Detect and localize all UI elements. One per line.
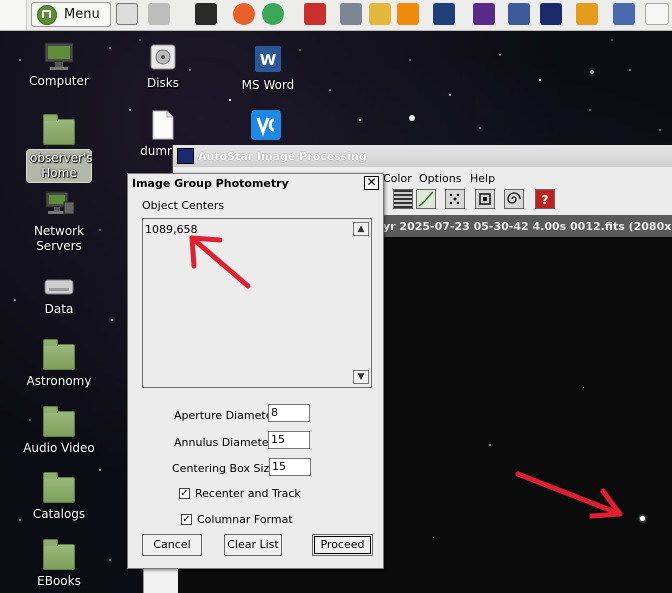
app-title: AutoStar Image Processing <box>198 149 367 163</box>
desktop-icon-ebooks[interactable]: EBooks <box>13 539 105 589</box>
object-centers-list[interactable]: 1089,658 ▲ ▼ <box>142 218 372 388</box>
desktop-icon-home[interactable]: observer's Home <box>13 113 105 183</box>
app-window-icon <box>177 148 194 164</box>
columnar-format-checkbox[interactable]: ✓ <box>181 514 192 525</box>
desktop-icon-label: Audio Video <box>23 441 95 455</box>
galaxy-icon[interactable] <box>540 3 562 25</box>
desktop-icon-label: Disks <box>146 76 180 90</box>
desktop-icon-network[interactable]: Network Servers <box>13 190 105 254</box>
desktop-icon-label: MS Word <box>241 78 295 92</box>
computer-icon <box>42 42 76 70</box>
grid-tool-icon[interactable] <box>393 189 413 209</box>
object-center-entry[interactable]: 1089,658 <box>145 223 198 236</box>
firefox-icon[interactable] <box>233 3 255 25</box>
desktop-icon-astronomy[interactable]: Astronomy <box>13 339 105 389</box>
aperture-diameter-label: Aperture Diameter <box>174 409 277 422</box>
clear-list-button[interactable]: Clear List <box>224 534 282 556</box>
dialog-title: Image Group Photometry <box>132 177 289 190</box>
columnar-format-label: Columnar Format <box>197 513 293 526</box>
desktop-icon-computer[interactable]: Computer <box>13 42 105 89</box>
annulus-diameter-label: Annulus Diameter <box>174 436 274 449</box>
dots-tool-icon[interactable] <box>445 189 465 209</box>
desktop-icon-audio-video[interactable]: Audio Video <box>13 406 105 456</box>
satellite-icon[interactable] <box>508 3 530 25</box>
desktop-icon-data[interactable]: Data <box>13 276 105 317</box>
graph-icon[interactable] <box>645 3 669 25</box>
scanner-icon[interactable] <box>340 3 362 25</box>
menu-help[interactable]: Help <box>470 172 495 185</box>
desktop-icon-label: Network Servers <box>33 224 85 253</box>
faint-star <box>433 537 434 538</box>
target-star[interactable] <box>640 516 645 521</box>
show-desktop-icon[interactable] <box>116 3 138 25</box>
help-tool-icon[interactable]: ? <box>535 189 555 209</box>
network-servers-icon <box>42 190 76 220</box>
svg-text:?: ? <box>542 193 549 207</box>
vlc-icon[interactable] <box>397 3 419 25</box>
desktop-icon-label: Catalogs <box>32 507 86 521</box>
menu-options[interactable]: Options <box>419 172 461 185</box>
vscode-desktop-icon[interactable] <box>250 109 282 141</box>
close-icon[interactable]: ✕ <box>364 176 379 190</box>
app-face-icon[interactable] <box>369 3 391 25</box>
aperture-diameter-input[interactable]: 8 <box>268 404 310 422</box>
centering-box-size-label: Centering Box Size <box>172 462 277 475</box>
menu-color[interactable]: Color <box>383 172 412 185</box>
background-window-edge <box>143 569 178 593</box>
spiral-tool-icon[interactable] <box>504 189 524 209</box>
globe-icon[interactable] <box>613 3 635 25</box>
faint-star <box>489 444 491 446</box>
folder-icon <box>43 539 75 570</box>
chrome-icon[interactable] <box>262 3 284 25</box>
curve-tool-icon[interactable] <box>416 189 436 209</box>
desktop-icon-label: observer's Home <box>26 149 93 183</box>
terminal-icon[interactable] <box>195 3 217 25</box>
ms-word-icon: W <box>253 44 283 74</box>
desktop-icon-disks[interactable]: Disks <box>117 42 209 91</box>
centering-box-size-input[interactable]: 15 <box>269 458 311 476</box>
recenter-label: Recenter and Track <box>195 487 301 500</box>
image-info-text: yr 2025-07-23 05-30-42 4.00s 0012.fits (… <box>383 219 672 233</box>
folder-icon <box>43 339 75 370</box>
mint-logo-icon <box>37 4 57 25</box>
disks-icon <box>148 42 178 72</box>
svg-text:W: W <box>260 51 277 69</box>
image-group-photometry-dialog: Image Group Photometry ✕ Object Centers … <box>127 173 384 569</box>
star-burst-icon[interactable] <box>576 3 598 25</box>
desktop-icon-catalogs[interactable]: Catalogs <box>13 472 105 522</box>
taskbar: Menu <box>0 0 672 31</box>
faint-star <box>583 387 584 388</box>
scroll-down-icon[interactable]: ▼ <box>353 370 369 384</box>
filezilla-icon[interactable] <box>304 3 326 25</box>
taskbar-left-edge <box>0 0 27 30</box>
proceed-button[interactable]: Proceed <box>312 534 373 556</box>
object-centers-label: Object Centers <box>142 199 225 212</box>
menu-button[interactable]: Menu <box>31 2 111 27</box>
desktop-icon-label: EBooks <box>37 574 81 588</box>
menu-button-label: Menu <box>64 7 100 22</box>
crop-tool-icon[interactable] <box>475 189 495 209</box>
recenter-checkbox[interactable]: ✓ <box>179 488 190 499</box>
annulus-diameter-input[interactable]: 15 <box>268 431 310 449</box>
home-folder-icon <box>43 114 75 145</box>
desktop-icon-label: Data <box>44 302 74 316</box>
desktop-icon-label: Astronomy <box>26 374 92 388</box>
desktop-icon-label: Computer <box>29 74 89 88</box>
server-icon[interactable] <box>473 3 495 25</box>
folder-icon <box>43 406 75 437</box>
files-icon[interactable] <box>148 3 170 25</box>
drive-icon <box>43 276 75 298</box>
desktop-icon-ms-word[interactable]: W MS Word <box>222 44 314 93</box>
app-title-bar[interactable]: AutoStar Image Processing <box>173 145 672 168</box>
document-icon <box>150 110 176 140</box>
scroll-up-icon[interactable]: ▲ <box>353 222 369 236</box>
cancel-button[interactable]: Cancel <box>142 534 202 556</box>
folder-icon <box>43 472 75 503</box>
client-icon[interactable] <box>433 3 455 25</box>
dialog-title-bar[interactable]: Image Group Photometry ✕ <box>128 174 383 193</box>
